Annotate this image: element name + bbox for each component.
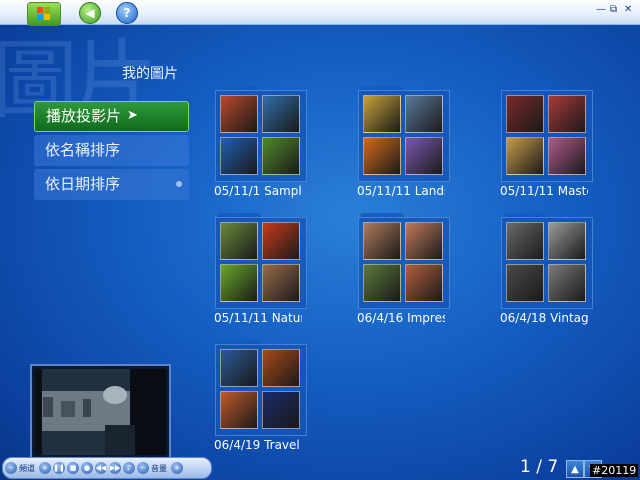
folder-tile[interactable]: [215, 213, 307, 309]
folder-label: 06/4/16 Impressions: [357, 311, 445, 325]
photo-thumbnail: [506, 137, 544, 175]
folder-label: 05/11/1 Sample: [214, 184, 302, 198]
sort-menu: 播放投影片 依名稱排序 依日期排序: [34, 101, 189, 203]
stop-button[interactable]: ■: [67, 462, 79, 474]
photo-thumbnail: [506, 264, 544, 302]
photo-thumbnail: [262, 391, 300, 429]
photo-thumbnail: [405, 95, 443, 133]
folder-tile[interactable]: [501, 86, 593, 182]
channel-label: 頻道: [19, 463, 35, 473]
menu-item-label: 播放投影片: [46, 107, 122, 125]
photo-thumbnail: [548, 222, 586, 260]
photo-thumbnail: [220, 391, 258, 429]
folder-label: 05/11/11 Nature: [214, 311, 302, 325]
minimize-icon[interactable]: —: [596, 4, 606, 15]
folder-tile[interactable]: [358, 213, 450, 309]
photo-thumbnail: [405, 222, 443, 260]
close-icon[interactable]: ✕: [624, 4, 632, 15]
photo-thumbnail: [363, 95, 401, 133]
mute-button[interactable]: ♪: [123, 462, 135, 474]
photo-thumbnail: [220, 95, 258, 133]
photo-thumbnail: [405, 264, 443, 302]
live-tv-preview[interactable]: [30, 364, 171, 460]
pause-button[interactable]: ❚❚: [53, 462, 65, 474]
photo-thumbnail: [262, 222, 300, 260]
preview-scene-image: [35, 369, 166, 455]
photo-thumbnail: [548, 137, 586, 175]
folder-tile[interactable]: [215, 340, 307, 436]
page-indicator: 1 / 7: [520, 457, 559, 477]
folder-tile[interactable]: [501, 213, 593, 309]
photo-thumbnail: [548, 264, 586, 302]
volume-label: 音量: [151, 463, 167, 473]
photo-thumbnail: [262, 95, 300, 133]
photo-thumbnail: [220, 137, 258, 175]
photo-thumbnail: [363, 222, 401, 260]
chevron-up-icon: ▲: [571, 463, 579, 475]
folder-label: 06/4/18 Vintage: [500, 311, 588, 325]
menu-item-label: 依日期排序: [45, 175, 121, 193]
folder-tile[interactable]: [215, 86, 307, 182]
record-button[interactable]: ●: [81, 462, 93, 474]
menu-item-sort-by-name[interactable]: 依名稱排序: [34, 135, 189, 166]
photo-thumbnail: [220, 222, 258, 260]
channel-down-button[interactable]: −: [5, 462, 17, 474]
photo-thumbnail: [506, 95, 544, 133]
folder-label: 05/11/11 Landscapes: [357, 184, 445, 198]
photo-thumbnail: [262, 264, 300, 302]
rewind-button[interactable]: ◀◀: [95, 462, 107, 474]
fast-forward-button[interactable]: ▶▶: [109, 462, 121, 474]
preview-video-frame: [35, 369, 166, 455]
mouse-cursor-icon: ➤: [127, 108, 138, 123]
photo-thumbnail: [506, 222, 544, 260]
restore-icon[interactable]: ⧉: [610, 4, 617, 15]
photo-thumbnail: [262, 349, 300, 387]
folder-label: 06/4/19 Travel: [214, 438, 300, 452]
watermark-badge: #20119: [590, 464, 639, 477]
folder-label: 05/11/11 Masters: [500, 184, 588, 198]
photo-thumbnail: [262, 137, 300, 175]
photo-thumbnail: [548, 95, 586, 133]
menu-item-label: 依名稱排序: [45, 141, 121, 159]
channel-up-button[interactable]: +: [39, 462, 51, 474]
page-title: 我的圖片: [122, 66, 178, 82]
photo-thumbnail: [220, 264, 258, 302]
volume-up-button[interactable]: +: [171, 462, 183, 474]
page-up-button[interactable]: ▲: [566, 460, 584, 478]
photo-thumbnail: [405, 137, 443, 175]
folder-tile[interactable]: [358, 86, 450, 182]
transport-controls: − 頻道 + ❚❚ ■ ● ◀◀ ▶▶ ♪ − 音量 +: [2, 457, 212, 479]
menu-item-slideshow[interactable]: 播放投影片: [34, 101, 189, 132]
photo-thumbnail: [363, 264, 401, 302]
menu-item-sort-by-date[interactable]: 依日期排序: [34, 169, 189, 200]
volume-down-button[interactable]: −: [137, 462, 149, 474]
photo-thumbnail: [220, 349, 258, 387]
selected-dot-icon: [176, 181, 182, 187]
photo-thumbnail: [363, 137, 401, 175]
